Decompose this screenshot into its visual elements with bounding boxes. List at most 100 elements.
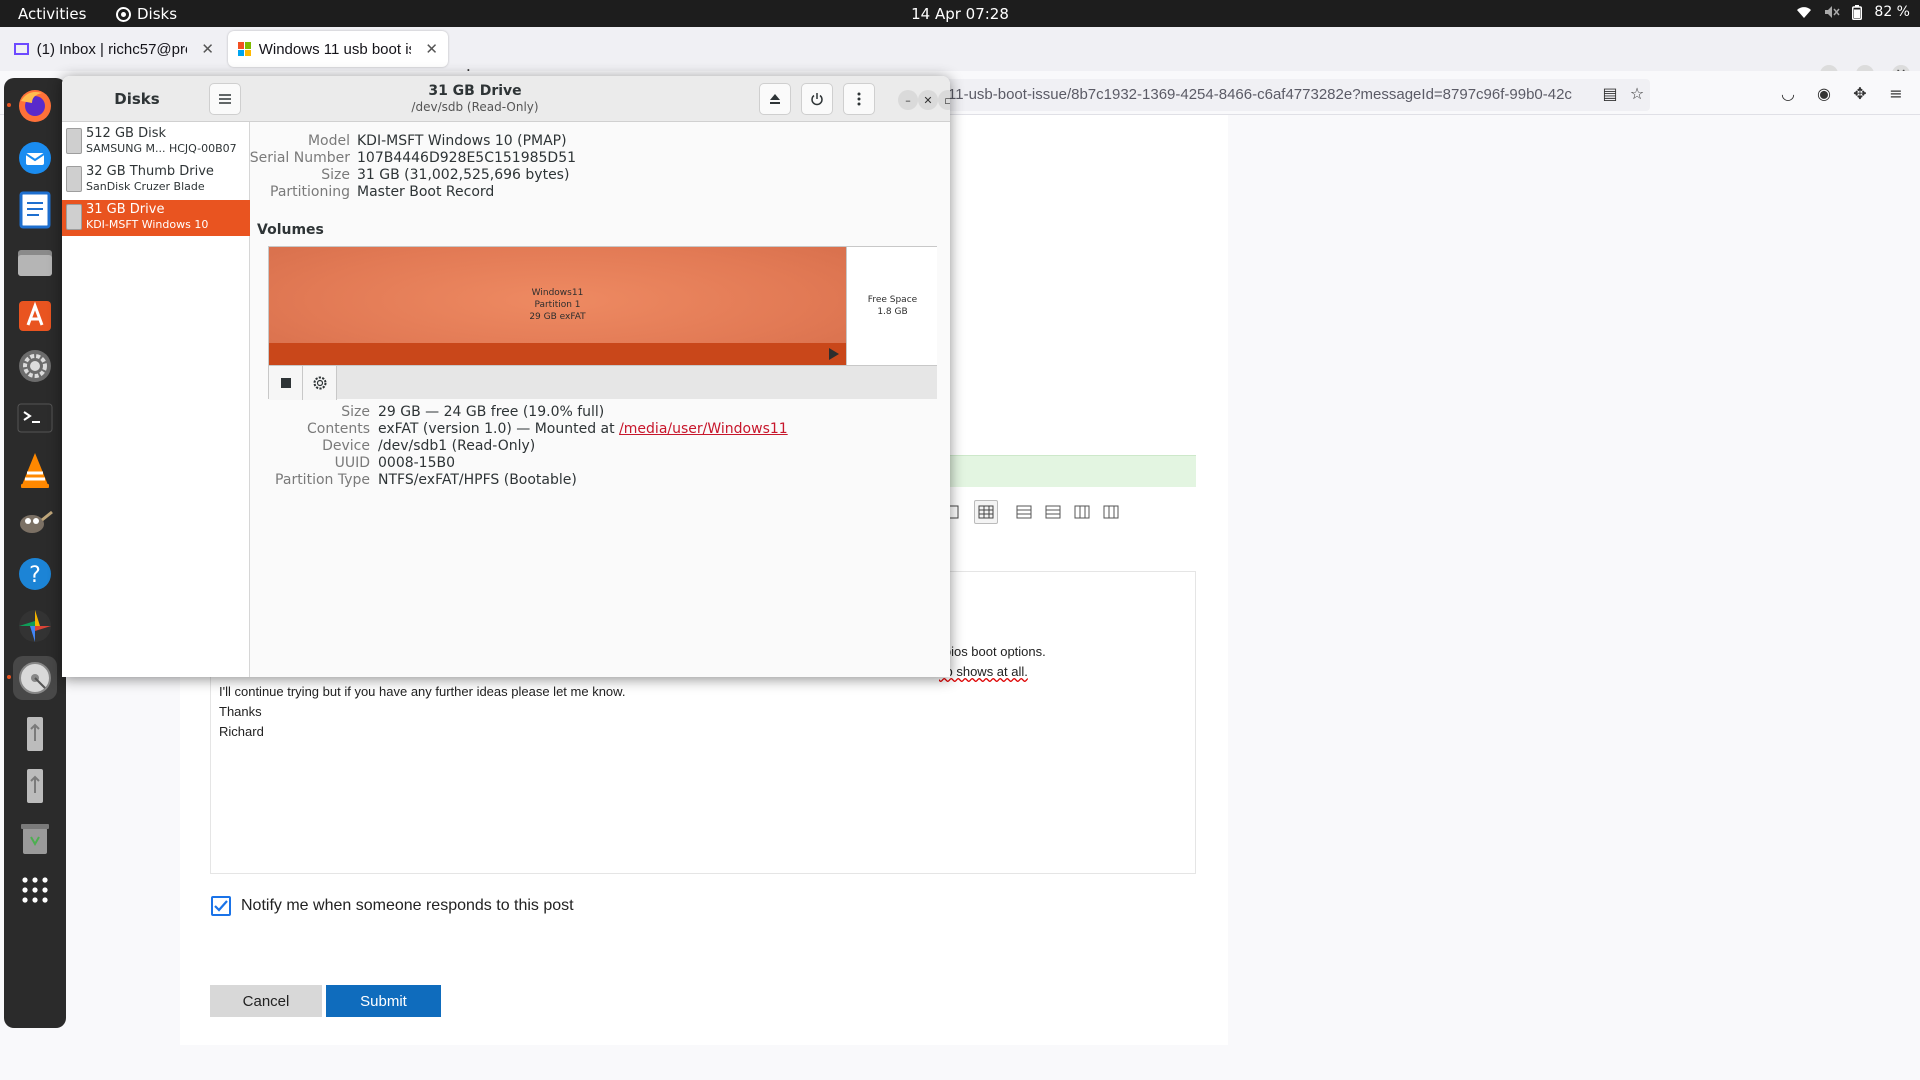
- drive-name: 31 GB Drive: [86, 202, 165, 217]
- reader-view-icon[interactable]: ▤: [1600, 83, 1620, 103]
- drive-item-32gb[interactable]: 32 GB Thumb Drive SanDisk Cruzer Blade: [62, 162, 250, 198]
- tab-windows-usb[interactable]: Windows 11 usb boot issu ✕: [228, 31, 448, 67]
- activities-button[interactable]: Activities: [18, 5, 86, 23]
- close-tab-icon[interactable]: ✕: [425, 40, 438, 58]
- proton-mail-icon: [14, 43, 29, 55]
- shotwell-icon[interactable]: [13, 604, 57, 648]
- menu-icon[interactable]: ≡: [1886, 83, 1906, 103]
- app-menu[interactable]: Disks: [116, 5, 177, 23]
- pocket-icon[interactable]: ◡: [1778, 83, 1798, 103]
- battery-percentage: 82 %: [1874, 4, 1910, 20]
- firefox-icon[interactable]: [7, 84, 57, 128]
- settings-icon[interactable]: [13, 344, 57, 388]
- contents-value: exFAT (version 1.0) — Mounted at /media/…: [378, 421, 788, 437]
- mount-point-link[interactable]: /media/user/Windows11: [619, 421, 788, 437]
- table-col-before-icon[interactable]: [1070, 500, 1094, 524]
- partition-windows11[interactable]: Windows11 Partition 1 29 GB exFAT: [269, 247, 846, 365]
- free-space-segment[interactable]: Free Space 1.8 GB: [846, 247, 937, 365]
- partition-description: 29 GB exFAT: [529, 312, 586, 322]
- drive-item-31gb[interactable]: 31 GB Drive KDI-MSFT Windows 10: [62, 200, 250, 236]
- gimp-icon[interactable]: [13, 500, 57, 544]
- vlc-icon[interactable]: [13, 448, 57, 492]
- thunderbird-icon[interactable]: [13, 136, 57, 180]
- tab-inbox[interactable]: (1) Inbox | richc57@proto ✕: [4, 31, 224, 67]
- usb-drive-icon[interactable]: [13, 764, 57, 808]
- editor-status-strip: [950, 455, 1196, 487]
- editor-toolbar: [940, 492, 1196, 572]
- post-line: Thanks: [219, 704, 262, 719]
- drive-options-button[interactable]: [843, 83, 875, 115]
- extensions-icon[interactable]: ✥: [1850, 83, 1870, 103]
- app-center-icon[interactable]: [13, 292, 57, 336]
- disks-window: Disks 512 GB Disk SAMSUNG M... HCJQ-00B0…: [62, 76, 950, 677]
- clock[interactable]: 14 Apr 07:28: [0, 5, 1920, 23]
- dock: ?: [4, 78, 66, 1028]
- minimize-button[interactable]: –: [898, 90, 918, 110]
- stop-icon: [280, 378, 291, 388]
- eject-button[interactable]: [759, 83, 791, 115]
- usb-drive-icon[interactable]: [13, 712, 57, 756]
- battery-icon: [1852, 4, 1863, 20]
- free-space-label: Free Space 1.8 GB: [847, 294, 938, 318]
- wifi-icon: [1797, 7, 1812, 18]
- partition-name: Windows11: [531, 288, 584, 298]
- trash-icon[interactable]: [13, 816, 57, 860]
- table-row-before-icon[interactable]: [1012, 500, 1036, 524]
- serial-value: 107B4446D928E5C151985D51: [357, 150, 577, 166]
- system-tray[interactable]: 82 %: [1796, 4, 1910, 20]
- close-tab-icon[interactable]: ✕: [201, 40, 214, 58]
- eject-icon: [770, 94, 780, 104]
- volume-toolbar: [269, 365, 937, 400]
- post-line: I'll continue trying but if you have any…: [219, 684, 626, 699]
- uuid-value: 0008-15B0: [378, 455, 456, 471]
- partition-options-button[interactable]: [303, 366, 337, 400]
- bookmark-star-icon[interactable]: ☆: [1627, 83, 1647, 103]
- url-text: 11-usb-boot-issue/8b7c1932-1369-4254-846…: [948, 86, 1572, 103]
- drive-details-panel: Model KDI-MSFT Windows 10 (PMAP) Serial …: [250, 122, 950, 677]
- device-label: Device: [322, 438, 370, 454]
- hard-disk-icon: [66, 128, 82, 154]
- drive-title: 31 GB Drive: [428, 83, 522, 99]
- table-row-after-icon[interactable]: [1041, 500, 1065, 524]
- writer-icon[interactable]: [13, 188, 57, 232]
- svg-text:?: ?: [29, 563, 41, 588]
- partition-number: Partition 1: [534, 300, 581, 310]
- disks-header-bar: 31 GB Drive /dev/sdb (Read-Only) – ▫: [250, 76, 950, 122]
- url-bar[interactable]: 11-usb-boot-issue/8b7c1932-1369-4254-846…: [940, 79, 1650, 111]
- partitioning-value: Master Boot Record: [357, 184, 495, 200]
- maximize-button[interactable]: ▫: [938, 90, 950, 110]
- checkmark-icon: [214, 900, 228, 912]
- drive-name: 32 GB Thumb Drive: [86, 164, 214, 179]
- hamburger-menu-button[interactable]: [209, 83, 241, 115]
- files-icon[interactable]: [13, 240, 57, 284]
- table-col-after-icon[interactable]: [1099, 500, 1123, 524]
- app-menu-label: Disks: [137, 5, 178, 23]
- drive-item-512gb[interactable]: 512 GB Disk SAMSUNG M... HCJQ-00B07: [62, 124, 250, 160]
- disks-icon[interactable]: [7, 656, 57, 700]
- unmount-button[interactable]: [269, 366, 303, 400]
- close-button[interactable]: ✕: [918, 90, 938, 110]
- partition-type-value: NTFS/exFAT/HPFS (Bootable): [378, 472, 577, 488]
- tab-label: (1) Inbox | richc57@proto: [36, 40, 188, 58]
- notify-option[interactable]: Notify me when someone responds to this …: [211, 896, 574, 916]
- power-off-button[interactable]: [801, 83, 833, 115]
- volume-size-value: 29 GB — 24 GB free (19.0% full): [378, 404, 605, 420]
- notify-label: Notify me when someone responds to this …: [241, 897, 574, 914]
- browser-tab-strip: (1) Inbox | richc57@proto ✕ Windows 11 u…: [0, 27, 1920, 87]
- filesystem-bar: [269, 343, 846, 365]
- terminal-icon[interactable]: [13, 396, 57, 440]
- notify-checkbox[interactable]: [211, 896, 231, 916]
- insert-table-icon[interactable]: [974, 500, 998, 524]
- show-apps-icon[interactable]: [13, 868, 57, 912]
- size-label: Size: [321, 167, 350, 183]
- device-value: /dev/sdb1 (Read-Only): [378, 438, 536, 454]
- disks-app-icon: [116, 6, 131, 22]
- account-icon[interactable]: ◉: [1814, 83, 1834, 103]
- model-label: Model: [307, 133, 350, 149]
- cancel-button[interactable]: Cancel: [210, 985, 322, 1017]
- volume-map: Windows11 Partition 1 29 GB exFAT Free S…: [268, 246, 937, 400]
- drive-model: SAMSUNG M... HCJQ-00B07: [86, 142, 237, 155]
- help-icon[interactable]: ?: [13, 552, 57, 596]
- size-value: 31 GB (31,002,525,696 bytes): [357, 167, 570, 183]
- submit-button[interactable]: Submit: [326, 985, 441, 1017]
